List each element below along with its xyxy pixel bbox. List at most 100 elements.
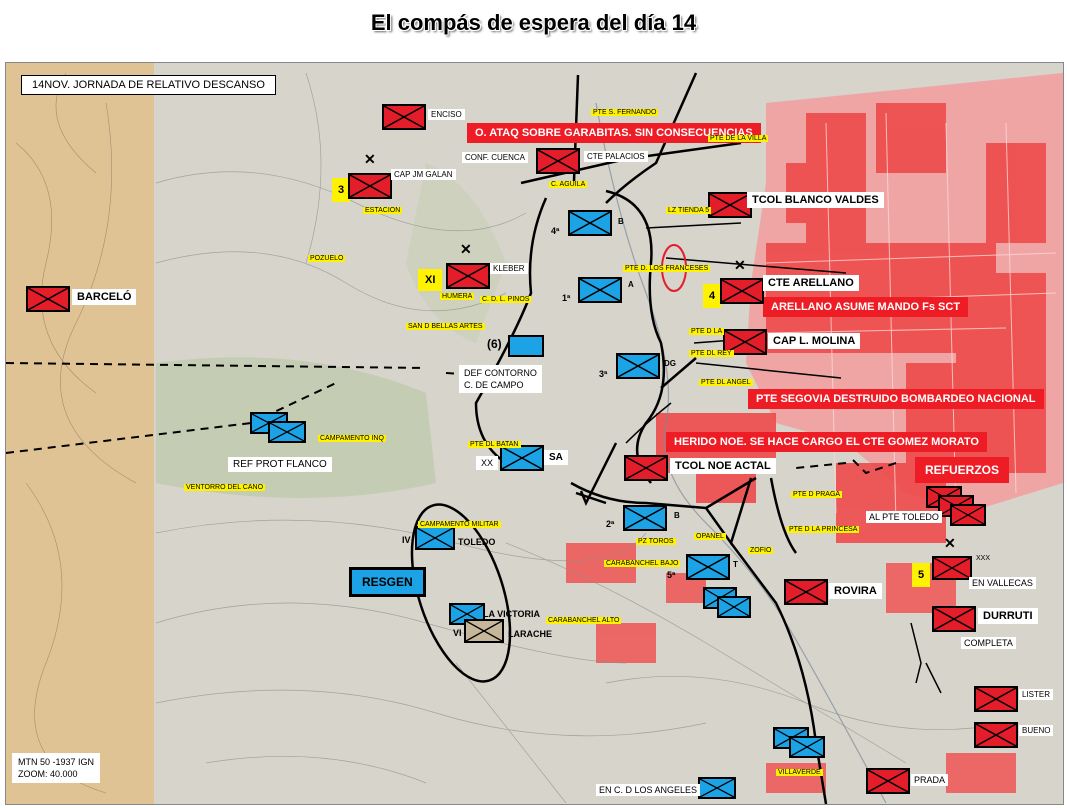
unit-villaverde-2[interactable]: [789, 736, 825, 758]
unit-sa[interactable]: [500, 445, 544, 471]
brigade-x-mark: ✕: [364, 151, 376, 167]
mark-3a-letter: DG: [664, 359, 676, 368]
label-en-vallecas: EN VALLECAS: [969, 577, 1036, 589]
unit-6-def-contorno[interactable]: [508, 335, 544, 357]
mark-xx: XX: [476, 456, 499, 470]
label-completa: COMPLETA: [961, 637, 1016, 649]
mark-2a-letter: B: [674, 511, 680, 520]
place-pte-s-fernando: PTE S. FERNANDO: [591, 109, 659, 116]
place-pozuelo: POZUELO: [308, 255, 346, 262]
unit-tcol-blanco[interactable]: [708, 192, 752, 218]
place-campamento-inq: CAMPAMENTO INQ: [318, 435, 386, 442]
battle-map: 14NOV. JORNADA DE RELATIVO DESCANSO O. A…: [5, 62, 1064, 805]
unit-kleber[interactable]: [446, 263, 490, 289]
yellow-5: 5: [912, 563, 931, 587]
place-ventorro: VENTORRO DEL CANO: [184, 484, 266, 491]
label-lister: LISTER: [1019, 689, 1054, 700]
place-pte-d-la-princesa: PTE D LA PRINCESA: [787, 526, 860, 533]
place-c-d-l-pinos: C. D. L. PINOS: [480, 296, 532, 303]
place-campamento-militar: CAMPAMENTO MILITAR: [418, 521, 501, 528]
unit-barcelo[interactable]: [26, 286, 70, 312]
place-estacion: ESTACION: [363, 207, 403, 214]
mark-1a: 1ª: [562, 293, 571, 303]
unit-tcol-noe[interactable]: [624, 455, 668, 481]
unit-c-los-angeles[interactable]: [698, 777, 736, 799]
unit-larache[interactable]: [464, 619, 504, 643]
mark-1a-letter: A: [628, 280, 634, 289]
place-pte-d-la: PTE D LA: [689, 328, 725, 335]
banner-arellano: ARELLANO ASUME MANDO Fs SCT: [763, 297, 969, 317]
label-tcol-blanco: TCOL BLANCO VALDES: [747, 192, 884, 208]
mark-iv: IV: [402, 535, 411, 545]
mark-vi: VI: [453, 628, 462, 638]
mark-3a: 3ª: [599, 369, 608, 379]
label-prada: PRADA: [911, 774, 949, 786]
unit-durruti[interactable]: [932, 606, 976, 632]
label-conf-cuenca: CONF. CUENCA: [462, 152, 529, 163]
unit-5a-sub-2[interactable]: [717, 596, 751, 618]
unit-ref-prot-flanco-2[interactable]: [268, 421, 306, 443]
unit-lister[interactable]: [974, 686, 1018, 712]
label-cap-jm-galan: CAP JM GALAN: [391, 169, 456, 180]
unit-prada[interactable]: [866, 768, 910, 794]
unit-cap-jm-galan[interactable]: [348, 173, 392, 199]
yellow-xi: XI: [418, 269, 443, 291]
mark-5a-letter: T: [733, 560, 738, 569]
banner-refuerzos: REFUERZOS: [915, 457, 1010, 483]
banner-pte-segovia: PTE SEGOVIA DESTRUIDO BOMBARDEO NACIONAL: [748, 389, 1044, 409]
place-pte-dl-angel: PTE DL ANGEL: [699, 379, 753, 386]
place-lz-tienda: LZ TIENDA 5: [666, 207, 712, 214]
unit-cte-arellano[interactable]: [720, 278, 764, 304]
label-enciso: ENCISO: [428, 109, 465, 120]
brigade-x-mark-vallecas: ✕: [944, 535, 956, 551]
label-la-victoria: LA VICTORIA: [483, 609, 541, 619]
unit-toledo[interactable]: [415, 526, 455, 550]
unit-2a-bandera[interactable]: [623, 505, 667, 531]
unit-5a-bandera[interactable]: [686, 554, 730, 580]
mark-5a: 5ª: [667, 570, 676, 580]
place-san-d-bellas-artes: SAN D BELLAS ARTES: [406, 323, 485, 330]
label-tcol-noe: TCOL NOE ACTAL: [670, 458, 776, 474]
label-rovira: ROVIRA: [829, 583, 882, 599]
place-pte-franceses: PTE D. LOS FRANCESES: [623, 265, 711, 272]
place-opanel: OPANEL: [694, 533, 726, 540]
unit-refuerzos-3[interactable]: [950, 504, 986, 526]
map-title: El compás de espera del día 14: [370, 10, 697, 35]
unit-1a-bandera[interactable]: [578, 277, 622, 303]
label-bueno: BUENO: [1019, 725, 1054, 736]
place-humera: HUMERA: [440, 293, 475, 300]
unit-bueno[interactable]: [974, 722, 1018, 748]
mark-2a: 2ª: [606, 519, 615, 529]
brigade-x-mark-kleber: ✕: [460, 241, 472, 257]
label-def-contorno: DEF CONTORNO C. DE CAMPO: [459, 365, 542, 393]
resgen-box[interactable]: RESGEN: [349, 567, 426, 597]
place-pte-de-la-villa: PTE DE LA VILLA: [708, 135, 769, 142]
label-def-contorno-2: C. DE CAMPO: [464, 380, 524, 390]
yellow-4: 4: [703, 284, 722, 308]
label-ref-prot-flanco: REF PROT FLANCO: [228, 457, 332, 472]
label-barcelo: BARCELÓ: [72, 289, 137, 305]
label-kleber: KLEBER: [490, 263, 528, 274]
unit-rovira[interactable]: [784, 579, 828, 605]
label-toledo: TOLEDO: [458, 537, 496, 547]
scale-line-1: MTN 50 -1937 IGN: [18, 757, 95, 767]
unit-vallecas[interactable]: [932, 556, 972, 580]
label-cte-arellano: CTE ARELLANO: [763, 275, 859, 291]
label-cte-palacios: CTE PALACIOS: [584, 151, 648, 162]
unit-cte-palacios[interactable]: [536, 148, 580, 174]
mark-4a-letter: B: [618, 217, 624, 226]
day-header: 14NOV. JORNADA DE RELATIVO DESCANSO: [21, 75, 276, 95]
mark-xxx: XXX: [976, 555, 991, 562]
place-pte-dl-rey: PTE DL REY: [689, 350, 734, 357]
place-carabanchel-alto: CARABANCHEL ALTO: [546, 617, 622, 624]
unit-3a-bandera[interactable]: [616, 353, 660, 379]
label-def-contorno-1: DEF CONTORNO: [464, 368, 537, 378]
brigade-x-mark-arellano: ✕: [734, 257, 746, 273]
unit-4a-bandera[interactable]: [568, 210, 612, 236]
unit-enciso[interactable]: [382, 104, 426, 130]
label-cap-molina: CAP L. MOLINA: [768, 333, 861, 349]
mark-sa: SA: [544, 450, 568, 465]
place-zofio: ZOFIO: [748, 547, 774, 554]
mark-4a: 4ª: [551, 226, 560, 236]
scale-line-2: ZOOM: 40.000: [18, 769, 78, 779]
